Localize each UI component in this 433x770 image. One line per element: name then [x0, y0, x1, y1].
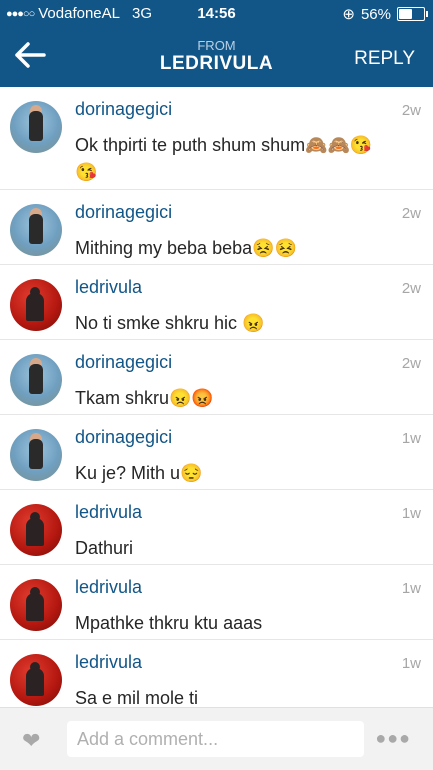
comment-username[interactable]: ledrivula [75, 577, 142, 598]
girl-beach-avatar[interactable] [10, 101, 62, 153]
avatar-figure [26, 668, 44, 696]
comment-time: 2w [401, 355, 421, 372]
girl-beach-avatar[interactable] [10, 429, 62, 481]
comment-bar: ❤ ●●● [0, 707, 433, 770]
heart-icon[interactable]: ❤ [22, 728, 40, 754]
red-silhouette-avatar[interactable] [10, 654, 62, 706]
comment-row: ledrivula 2w No ti smke shkru hic 😠 [0, 265, 433, 340]
comment-username[interactable]: ledrivula [75, 652, 142, 673]
avatar-swimsuit [29, 439, 43, 469]
comment-text: Mpathke thkru ktu aaas [75, 613, 263, 633]
top-bar: ●●●○○ VodafoneAL 3G 14:56 ⊕ 56% FROM LED… [0, 0, 433, 87]
comment-username[interactable]: ledrivula [75, 277, 142, 298]
comment-time: 2w [401, 102, 421, 119]
avatar-swimsuit [29, 111, 43, 141]
comment-time: 1w [401, 580, 421, 597]
more-dots-icon[interactable]: ●●● [375, 728, 411, 749]
avatar-swimsuit [29, 364, 43, 394]
comment-text: No ti smke shkru hic 😠 [75, 313, 265, 333]
comment-list: dorinagegici 2w Ok thpirti te puth shum sh… [0, 87, 433, 715]
avatar-figure [26, 593, 44, 621]
battery-icon [397, 7, 428, 21]
comment-input[interactable] [67, 721, 364, 757]
comment-username[interactable]: dorinagegici [75, 427, 172, 448]
comment-time: 1w [401, 505, 421, 522]
comment-text: Ku je? Mith u😔 [75, 463, 203, 483]
comment-time: 1w [401, 430, 421, 447]
comment-row: dorinagegici 2w Mithing my beba beba😣😣 [0, 190, 433, 265]
comment-time: 2w [401, 205, 421, 222]
comment-text: Mithing my beba beba😣😣 [75, 238, 297, 258]
reply-button[interactable]: REPLY [354, 48, 415, 70]
comment-row: dorinagegici 2w Tkam shkru😠😡 [0, 340, 433, 415]
avatar-swimsuit [29, 214, 43, 244]
girl-beach-avatar[interactable] [10, 204, 62, 256]
rotation-lock-icon: ⊕ [342, 6, 355, 23]
comment-time: 1w [401, 655, 421, 672]
comment-text: Dathuri [75, 538, 134, 558]
comment-row: ledrivula 1w Mpathke thkru ktu aaas [0, 565, 433, 640]
comment-text: Ok thpirti te puth shum shum🙈🙈😘😘 [75, 135, 373, 182]
comment-username[interactable]: ledrivula [75, 502, 142, 523]
avatar-figure [26, 293, 44, 321]
comment-text: Tkam shkru😠😡 [75, 388, 214, 408]
girl-beach-avatar[interactable] [10, 354, 62, 406]
comment-username[interactable]: dorinagegici [75, 99, 172, 120]
battery-level-fill [399, 9, 413, 19]
red-silhouette-avatar[interactable] [10, 279, 62, 331]
comment-time: 2w [401, 280, 421, 297]
comment-row: dorinagegici 2w Ok thpirti te puth shum sh… [0, 87, 433, 190]
comment-username[interactable]: dorinagegici [75, 352, 172, 373]
comment-username[interactable]: dorinagegici [75, 202, 172, 223]
comment-row: ledrivula 1w Sa e mil mole ti [0, 640, 433, 715]
avatar-figure [26, 518, 44, 546]
comment-row: ledrivula 1w Dathuri [0, 490, 433, 565]
red-silhouette-avatar[interactable] [10, 579, 62, 631]
status-bar: ●●●○○ VodafoneAL 3G 14:56 ⊕ 56% [0, 0, 433, 28]
battery-percent: 56% [360, 5, 391, 23]
red-silhouette-avatar[interactable] [10, 504, 62, 556]
comment-row: dorinagegici 1w Ku je? Mith u😔 [0, 415, 433, 490]
